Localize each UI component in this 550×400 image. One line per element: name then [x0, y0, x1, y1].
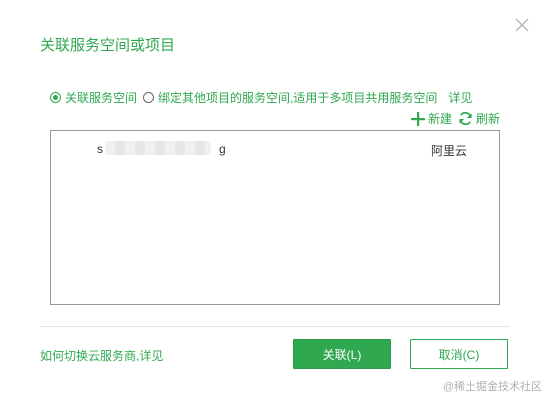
space-provider: 阿里云: [430, 144, 467, 158]
switch-provider-details-link[interactable]: 详见: [139, 349, 163, 363]
redacted-mask: [105, 141, 211, 155]
radio-bind-other-project-space[interactable]: 绑定其他项目的服务空间,适用于多项目共用服务空间: [143, 89, 437, 106]
refresh-label: 刷新: [475, 112, 500, 126]
radio-associate-label: 关联服务空间: [65, 90, 138, 105]
associate-space-dialog: 关联服务空间或项目 关联服务空间 绑定其他项目的服务空间,适用于多项目共用服务空…: [0, 0, 550, 400]
radio-bind-label: 绑定其他项目的服务空间,适用于多项目共用服务空间: [158, 90, 438, 105]
footer-divider: [40, 326, 510, 327]
new-space-label: 新建: [427, 112, 452, 126]
watermark: @稀土掘金技术社区: [442, 381, 542, 393]
switch-provider-text: 如何切换云服务商,: [40, 349, 140, 363]
see-details-link[interactable]: 详见: [448, 89, 472, 106]
radio-selected-icon: [50, 91, 61, 103]
refresh-icon: [459, 111, 472, 126]
close-icon[interactable]: [512, 15, 532, 35]
switch-provider-help: 如何切换云服务商,详见: [40, 347, 163, 364]
radio-unselected-icon: [143, 91, 155, 103]
space-name-end: g: [219, 142, 226, 156]
service-space-list[interactable]: s g 阿里云: [50, 130, 500, 305]
space-toolbar: 新建 刷新: [405, 110, 500, 127]
refresh-button[interactable]: 刷新: [458, 110, 500, 127]
dialog-title: 关联服务空间或项目: [40, 37, 176, 54]
new-space-button[interactable]: 新建: [410, 110, 452, 127]
plus-icon: [410, 111, 425, 126]
space-name-start: s: [97, 142, 103, 156]
list-item[interactable]: s g 阿里云: [51, 139, 499, 159]
associate-button[interactable]: 关联(L): [293, 339, 391, 369]
radio-associate-space[interactable]: 关联服务空间: [50, 89, 137, 106]
cancel-button[interactable]: 取消(C): [410, 339, 508, 369]
space-mode-options: 关联服务空间 绑定其他项目的服务空间,适用于多项目共用服务空间 详见: [50, 89, 472, 105]
